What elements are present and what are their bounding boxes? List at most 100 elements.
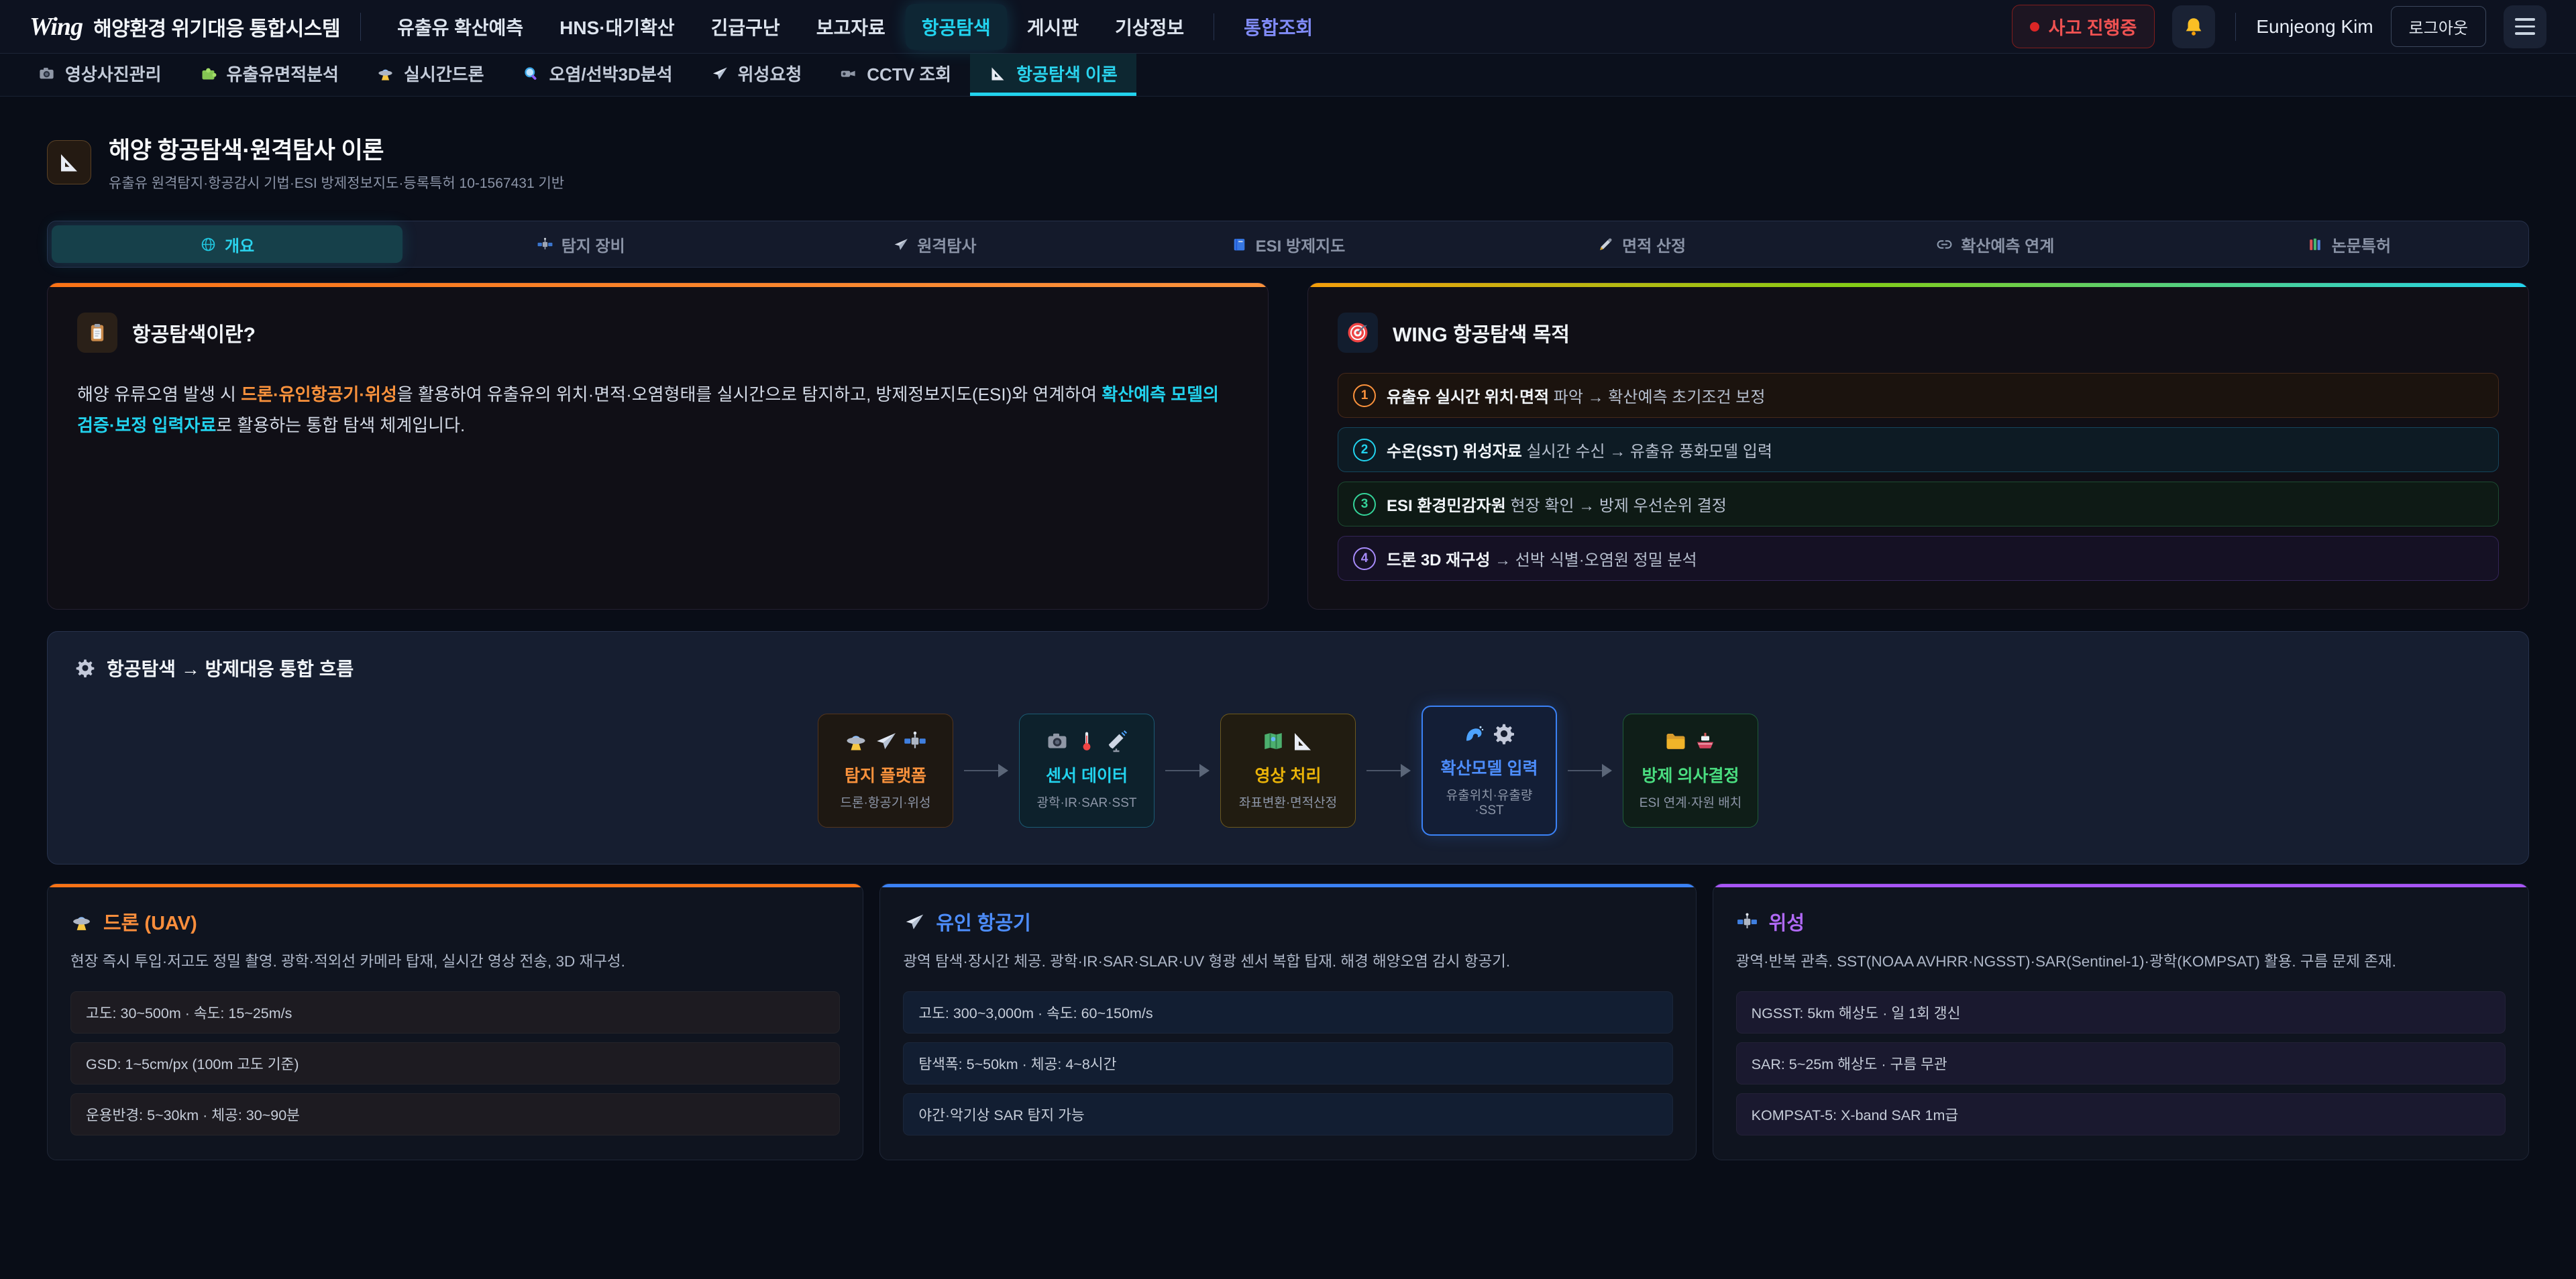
nav-item-weather[interactable]: 기상정보 [1099, 4, 1200, 50]
books-icon [2307, 236, 2324, 253]
flow-step-response-decision: 방제 의사결정 ESI 연계·자원 배치 [1623, 714, 1758, 828]
intro-card: 항공탐색이란? 해양 유류오염 발생 시 드론·유인항공기·위성을 활용하여 유… [47, 282, 1269, 610]
spec-row: 운용반경: 5~30km · 체공: 30~90분 [70, 1093, 840, 1135]
goal-item-2: 2 수온(SST) 위성자료 실시간 수신 → 유출유 풍화모델 입력 [1338, 427, 2499, 472]
subtab-cctv-view[interactable]: CCTV 조회 [820, 54, 970, 96]
goal-number-badge: 1 [1353, 384, 1376, 407]
goal-strong-text: ESI 환경민감자원 [1387, 497, 1506, 515]
nav-item-integrated-search[interactable]: 통합조회 [1228, 4, 1329, 50]
satellite-icon [1736, 911, 1758, 933]
flow-panel: 항공탐색 → 방제대응 통합 흐름 탐지 플랫폼 드론·항공기·위성 센 [47, 631, 2529, 865]
plane-icon [903, 911, 925, 933]
flow-arrow-icon [964, 764, 1008, 777]
intro-card-icon-box [77, 313, 117, 353]
target-icon [1346, 321, 1369, 344]
ufo-icon [844, 729, 868, 753]
intro-text: 로 활용하는 통합 탐색 체계입니다. [216, 415, 465, 435]
app-header: Wing 해양환경 위기대응 통합시스템 유출유 확산예측 HNS·대기확산 긴… [0, 0, 2576, 54]
goal-rest-text: 파악 → 확산예측 초기조건 보정 [1549, 388, 1765, 406]
intro-highlight-platforms: 드론·유인항공기·위성 [241, 384, 397, 404]
ship-icon [1693, 729, 1717, 753]
tab-overview[interactable]: 개요 [52, 225, 402, 263]
subtab-satellite-request[interactable]: 위성요청 [692, 54, 821, 96]
nav-item-board[interactable]: 게시판 [1011, 4, 1095, 50]
flow-steps: 탐지 플랫폼 드론·항공기·위성 센서 데이터 광학·IR·SAR·SST [74, 706, 2502, 836]
flow-step-subtitle: 드론·항공기·위성 [828, 793, 943, 811]
subtab-label: 위성요청 [738, 61, 802, 86]
platform-card-drone: 드론 (UAV) 현장 즉시 투입·저고도 정밀 촬영. 광학·적외선 카메라 … [47, 883, 863, 1160]
bell-icon [2182, 15, 2205, 38]
intro-text: 을 활용하여 유출유의 위치·면적·오염형태를 실시간으로 탐지하고, 방제정보… [397, 384, 1102, 404]
flow-step-title: 영상 처리 [1230, 763, 1346, 787]
flow-step-image-processing: 영상 처리 좌표변환·면적산정 [1220, 714, 1356, 828]
pencil-icon [1597, 236, 1614, 253]
clipboard-icon [86, 321, 109, 344]
platform-spec-list: 고도: 300~3,000m · 속도: 60~150m/s 탐색폭: 5~50… [903, 991, 1672, 1135]
subtab-aerial-search-theory[interactable]: 항공탐색 이론 [970, 54, 1136, 96]
subtab-realtime-drone[interactable]: 실시간드론 [358, 54, 503, 96]
purpose-card-title: WING 항공탐색 목적 [1393, 318, 1570, 347]
flow-step-detection-platform: 탐지 플랫폼 드론·항공기·위성 [818, 714, 953, 828]
nav-item-hns-dispersion[interactable]: HNS·대기확산 [543, 4, 690, 50]
spec-row: 고도: 300~3,000m · 속도: 60~150m/s [903, 991, 1672, 1034]
platform-card-satellite: 위성 광역·반복 관측. SST(NOAA AVHRR·NGSST)·SAR(S… [1713, 883, 2529, 1160]
header-divider [360, 13, 361, 41]
plane-icon [710, 64, 729, 82]
purpose-card: WING 항공탐색 목적 1 유출유 실시간 위치·면적 파악 → 확산예측 초… [1307, 282, 2529, 610]
goal-item-1: 1 유출유 실시간 위치·면적 파악 → 확산예측 초기조건 보정 [1338, 373, 2499, 418]
map-icon [1261, 729, 1285, 753]
subtab-label: 유출유면적분석 [227, 61, 339, 86]
platform-description: 광역 탐색·장시간 체공. 광학·IR·SAR·SLAR·UV 형광 센서 복합… [903, 950, 1672, 974]
nav-item-aerial-search[interactable]: 항공탐색 [906, 4, 1007, 50]
platform-card-manned-aircraft: 유인 항공기 광역 탐색·장시간 체공. 광학·IR·SAR·SLAR·UV 형… [879, 883, 1696, 1160]
subtab-pollution-ship-3d[interactable]: 오염/선박3D분석 [503, 54, 692, 96]
tab-label: 면적 산정 [1622, 233, 1686, 256]
platform-description: 현장 즉시 투입·저고도 정밀 촬영. 광학·적외선 카메라 탑재, 실시간 영… [70, 950, 840, 974]
logo-wing-mark: Wing [30, 12, 83, 42]
tab-area-calculation[interactable]: 면적 산정 [1466, 225, 1817, 263]
goal-rest-text: → 선박 식별·오염원 정밀 분석 [1490, 551, 1697, 569]
tab-detection-equipment[interactable]: 탐지 장비 [405, 225, 756, 263]
tab-prediction-linkage[interactable]: 확산예측 연계 [1820, 225, 2171, 263]
incident-badge-label: 사고 진행중 [2049, 13, 2137, 40]
flow-arrow-icon [1568, 764, 1612, 777]
flow-step-subtitle: 좌표변환·면적산정 [1230, 793, 1346, 811]
nav-item-reports[interactable]: 보고자료 [800, 4, 902, 50]
subtab-oil-area-analysis[interactable]: 유출유면적분석 [180, 54, 358, 96]
tab-remote-sensing[interactable]: 원격탐사 [759, 225, 1110, 263]
flow-arrow-icon [1366, 764, 1411, 777]
flow-step-subtitle: ESI 연계·자원 배치 [1633, 793, 1748, 811]
subtab-image-photo-management[interactable]: 영상사진관리 [19, 54, 180, 96]
gear-icon [1492, 722, 1516, 746]
plane-icon [892, 236, 909, 253]
menu-button[interactable] [2504, 5, 2546, 48]
platform-title: 유인 항공기 [936, 907, 1030, 936]
satellite-icon [537, 236, 553, 253]
incident-dot-icon [2030, 22, 2039, 32]
link-icon [1936, 236, 1953, 253]
logout-button[interactable]: 로그아웃 [2391, 6, 2486, 47]
spec-row: GSD: 1~5cm/px (100m 고도 기준) [70, 1042, 840, 1085]
user-name: Eunjeong Kim [2256, 16, 2373, 38]
goal-strong-text: 드론 3D 재구성 [1387, 551, 1490, 569]
notifications-button[interactable] [2172, 5, 2215, 48]
flow-title: 항공탐색 → 방제대응 통합 흐름 [74, 655, 2502, 681]
spec-row: 고도: 30~500m · 속도: 15~25m/s [70, 991, 840, 1034]
subtab-label: 영상사진관리 [65, 61, 162, 86]
nav-item-emergency-rescue[interactable]: 긴급구난 [695, 4, 796, 50]
goal-rest-text: 실시간 수신 → 유출유 풍화모델 입력 [1522, 443, 1772, 461]
spec-row: KOMPSAT-5: X-band SAR 1m급 [1736, 1093, 2506, 1135]
nav-item-oil-spill-prediction[interactable]: 유출유 확산예측 [381, 4, 539, 50]
tab-label: 탐지 장비 [561, 233, 625, 256]
book-icon [1231, 236, 1248, 253]
app-logo: Wing 해양환경 위기대응 통합시스템 [30, 12, 340, 42]
purpose-goal-list: 1 유출유 실시간 위치·면적 파악 → 확산예측 초기조건 보정 2 수온(S… [1338, 373, 2499, 581]
tab-esi-map[interactable]: ESI 방제지도 [1112, 225, 1463, 263]
magnifier-icon [522, 64, 540, 82]
tab-papers-patents[interactable]: 논문특허 [2174, 225, 2524, 263]
flow-step-title: 탐지 플랫폼 [828, 763, 943, 787]
page-title-block: 해양 항공탐색·원격탐사 이론 유출유 원격탐지·항공감시 기법·ESI 방제정… [47, 131, 2529, 192]
subtab-label: 오염/선박3D분석 [549, 61, 673, 86]
platform-spec-list: NGSST: 5km 해상도 · 일 1회 갱신 SAR: 5~25m 해상도 … [1736, 991, 2506, 1135]
subtab-label: CCTV 조회 [867, 61, 951, 86]
